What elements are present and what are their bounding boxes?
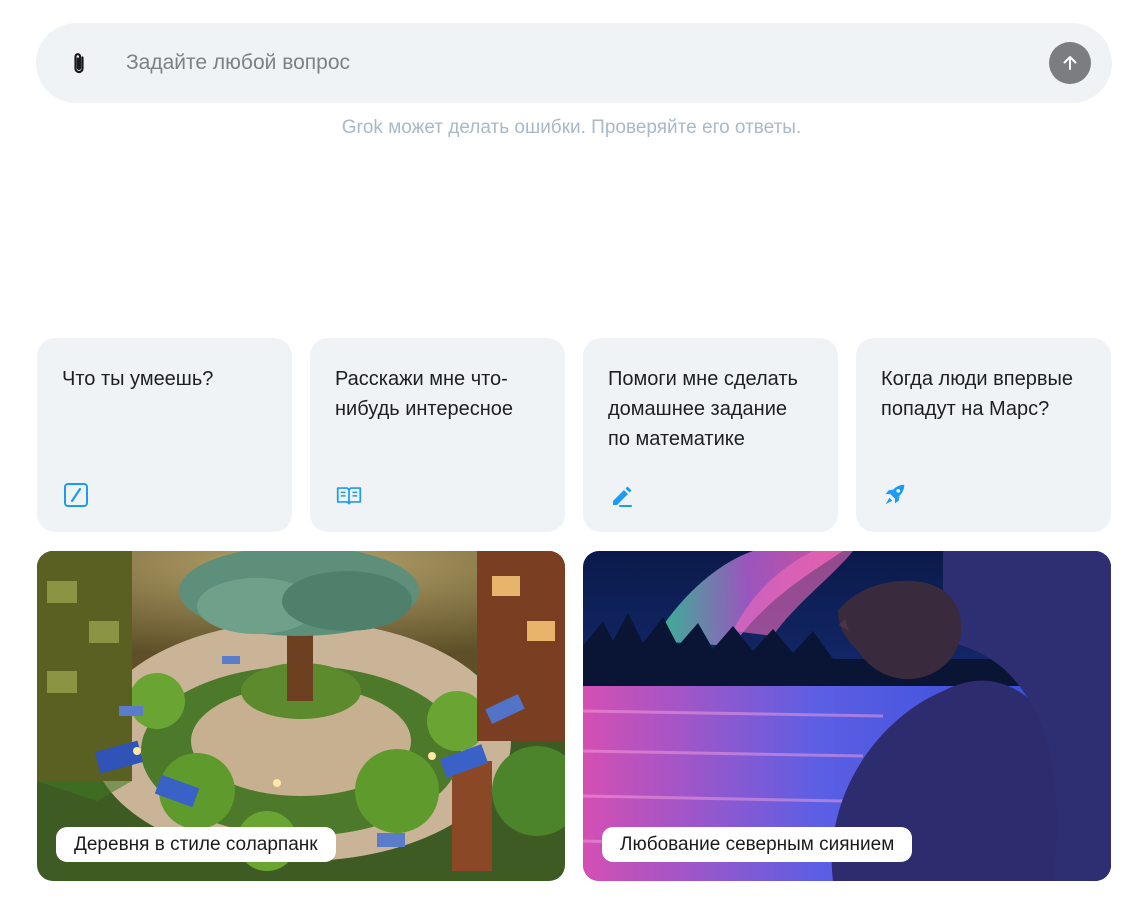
disclaimer-text: Grok может делать ошибки. Проверяйте его…	[341, 117, 802, 138]
rocket-icon	[882, 482, 908, 508]
attach-button[interactable]	[64, 49, 94, 79]
edit-square-icon	[63, 482, 89, 508]
send-button[interactable]	[1049, 42, 1091, 84]
suggestion-card-interesting[interactable]: Расскажи мне что-нибудь интересное	[310, 338, 565, 532]
image-card-northern-lights[interactable]: Любование северным сиянием	[583, 551, 1111, 881]
open-book-icon	[336, 482, 362, 508]
pencil-icon	[609, 482, 635, 508]
suggestion-label: Что ты умеешь?	[62, 368, 214, 390]
image-card-solarpunk-village[interactable]: Деревня в стиле соларпанк	[37, 551, 565, 881]
prompt-composer	[36, 23, 1112, 103]
arrow-up-icon	[1063, 56, 1077, 70]
image-caption: Любование северным сиянием	[602, 827, 913, 862]
suggestion-card-homework[interactable]: Помоги мне сделать домашнее задание по м…	[583, 338, 838, 532]
suggestion-label: Расскажи мне что-нибудь интересное	[335, 368, 514, 420]
suggestion-card-capabilities[interactable]: Что ты умеешь?	[37, 338, 292, 532]
paperclip-icon	[74, 53, 84, 74]
image-caption: Деревня в стиле соларпанк	[56, 827, 336, 862]
suggestion-label: Когда люди впервые попадут на Марс?	[881, 368, 1073, 420]
suggestion-label: Помоги мне сделать домашнее задание по м…	[608, 368, 798, 450]
grok-home-page: Grok может делать ошибки. Проверяйте его…	[0, 0, 1143, 900]
suggestion-card-mars[interactable]: Когда люди впервые попадут на Марс?	[856, 338, 1111, 532]
prompt-input[interactable]	[126, 45, 1006, 81]
